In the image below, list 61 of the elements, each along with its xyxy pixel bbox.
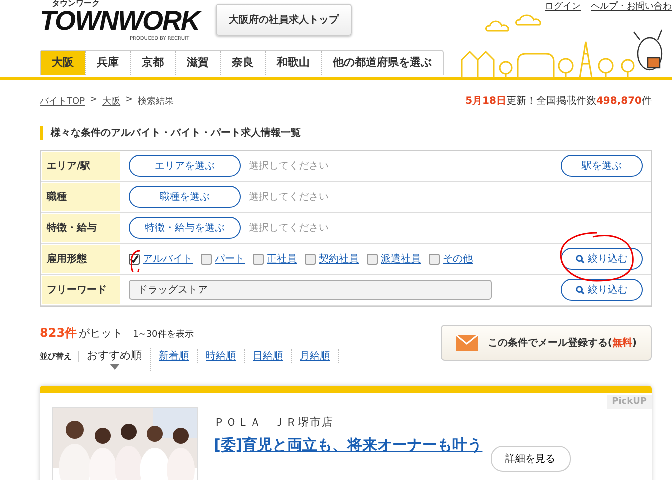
placeholder-text: 選択してください [249,191,329,204]
caret-icon [110,364,120,370]
side-button[interactable]: 駅を選ぶ [561,155,643,177]
sort-option[interactable]: 日給順 [245,349,292,363]
sort-option[interactable]: 新着順 [151,349,198,363]
side-button[interactable]: 絞り込む [561,279,643,301]
job-title-link[interactable]: [委]育児と両立も、将来オーナーも叶う [214,436,483,455]
prefecture-tab[interactable]: 大阪 [41,51,85,75]
sort-option[interactable]: 時給順 [198,349,245,363]
detail-button[interactable]: 詳細を見る [490,446,571,472]
prefecture-tab[interactable]: 奈良 [220,51,265,75]
mail-register-button[interactable]: この条件でメール登録する(無料) [440,325,652,361]
hit-count: 823件 [40,325,78,342]
section-heading: 様々な条件のアルバイト・バイト・パート求人情報一覧 [40,126,652,140]
select-button[interactable]: エリアを選ぶ [129,155,241,177]
prefecture-tab[interactable]: 滋賀 [175,51,220,75]
option-link[interactable]: 正社員 [267,252,297,266]
header-link[interactable]: ヘルプ・お問い合わ [591,0,672,13]
option-link[interactable]: 派遣社員 [381,252,421,266]
checkbox[interactable] [305,254,316,264]
sort-option[interactable]: おすすめ順 [79,348,151,371]
prefecture-tab[interactable]: 京都 [130,51,175,75]
company-name: ＰＯＬＡ ＪＲ堺市店 [214,415,335,430]
field-label: 特徴・給与 [42,214,120,242]
breadcrumb-link[interactable]: バイトTOP [40,94,86,108]
select-button[interactable]: 特徴・給与を選ぶ [129,217,241,239]
sort-label: 並び替え [40,350,79,362]
breadcrumb-separator: > [90,94,98,106]
field-label: 職種 [42,183,120,211]
option-link[interactable]: その他 [443,252,473,266]
field-label: フリーワード [42,276,120,304]
placeholder-text: 選択してください [249,222,329,235]
keyword-field[interactable]: ドラッグストア [129,280,492,300]
checkbox[interactable] [253,254,264,264]
option-link[interactable]: アルバイト [143,252,193,266]
breadcrumb-separator: > [126,94,134,106]
prefecture-tab[interactable]: 他の都道府県を選ぶ [321,51,443,75]
field-label: 雇用形態 [42,245,120,273]
result-range: 1~30件を表示 [133,328,194,341]
field-label: エリア/駅 [42,152,120,180]
breadcrumb-current: 検索結果 [138,96,174,108]
sort-option[interactable]: 月給順 [292,349,339,363]
select-button[interactable]: 職種を選ぶ [129,186,241,208]
top-page-button[interactable]: 大阪府の社員求人トップ [216,4,352,36]
prefecture-tab[interactable]: 兵庫 [85,51,130,75]
side-button[interactable]: 絞り込む [561,248,643,270]
envelope-icon [456,335,478,351]
checkbox[interactable] [201,254,212,264]
update-notice: 5月18日更新！全国掲載件数498,870件 [466,94,652,108]
breadcrumb-link[interactable]: 大阪 [102,94,121,108]
prefecture-tab[interactable]: 和歌山 [265,51,321,75]
pickup-badge: PickUP [607,395,652,409]
header-link[interactable]: ログイン [545,0,581,13]
option-link[interactable]: 契約社員 [319,252,359,266]
option-link[interactable]: パート [215,252,245,266]
hit-label: がヒット [79,326,124,341]
search-icon [576,286,585,294]
checkbox[interactable] [429,254,440,264]
placeholder-text: 選択してください [249,160,329,173]
search-icon [576,254,585,264]
checkbox[interactable] [367,254,378,264]
